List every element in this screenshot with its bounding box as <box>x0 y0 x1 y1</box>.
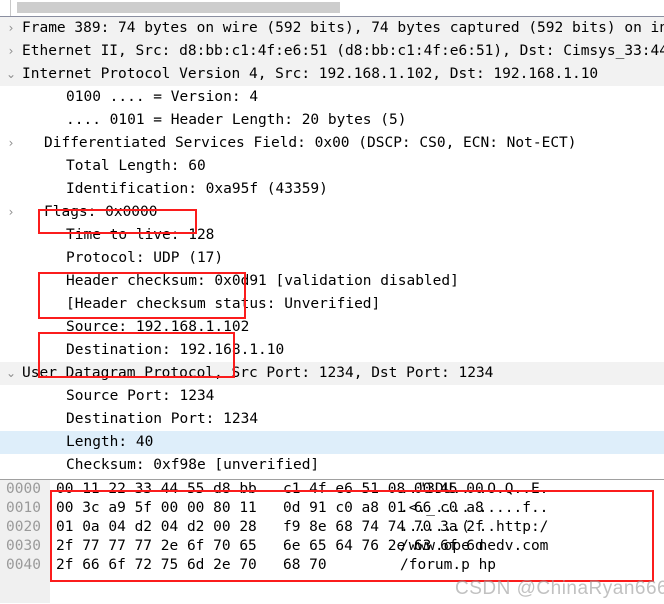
hex-bytes: 2f 77 77 77 2e 6f 70 65 6e 65 64 76 2e 6… <box>56 538 484 554</box>
chevron-down-icon[interactable]: ⌄ <box>0 362 22 385</box>
tree-row-label: Checksum: 0xf98e [unverified] <box>66 457 320 473</box>
scrollbar-left-cap <box>0 0 11 16</box>
tree-row-label: [Header checksum status: Unverified] <box>66 296 381 312</box>
hex-row[interactable]: 0010 00 3c a9 5f 00 00 80 11 0d 91 c0 a8 … <box>0 499 664 518</box>
scrollbar-track[interactable] <box>0 0 664 16</box>
tree-row[interactable]: › Flags: 0x0000 <box>0 201 664 224</box>
hex-bytes: 01 0a 04 d2 04 d2 00 28 f9 8e 68 74 74 7… <box>56 519 484 535</box>
tree-row-label: Length: 40 <box>66 434 154 450</box>
tree-row[interactable]: Time to live: 128 <box>0 224 664 247</box>
chevron-right-icon[interactable]: › <box>0 132 22 155</box>
hex-row[interactable]: 0040 2f 66 6f 72 75 6d 2e 70 68 70/forum.… <box>0 556 664 575</box>
hex-bytes: 00 11 22 33 44 55 d8 bb c1 4f e6 51 08 0… <box>56 481 484 497</box>
tree-row[interactable]: Protocol: UDP (17) <box>0 247 664 270</box>
tree-row-label: Identification: 0xa95f (43359) <box>66 181 328 197</box>
chevron-right-icon[interactable]: › <box>0 40 22 63</box>
tree-row[interactable]: Source Port: 1234 <box>0 385 664 408</box>
tree-row[interactable]: › Frame 389: 74 bytes on wire (592 bits),… <box>0 17 664 40</box>
horizontal-scrollbar[interactable] <box>0 0 664 17</box>
tree-row-label: Frame 389: 74 bytes on wire (592 bits), … <box>22 20 664 36</box>
tree-row[interactable]: .... 0101 = Header Length: 20 bytes (5) <box>0 109 664 132</box>
hex-ascii: .."3DU.. .O.Q..E. <box>400 481 549 497</box>
hex-ascii: /forum.p hp <box>400 557 497 573</box>
hex-ascii: .......( ..http:/ <box>400 519 549 535</box>
hex-row[interactable]: 0030 2f 77 77 77 2e 6f 70 65 6e 65 64 76 … <box>0 537 664 556</box>
chevron-right-icon[interactable]: › <box>0 201 22 224</box>
tree-row-label: 0100 .... = Version: 4 <box>66 89 259 105</box>
tree-row-label: Ethernet II, Src: d8:bb:c1:4f:e6:51 (d8:… <box>22 43 664 59</box>
tree-row-label: .... 0101 = Header Length: 20 bytes (5) <box>66 112 407 128</box>
tree-row-label: Total Length: 60 <box>66 158 206 174</box>
tree-row-label: User Datagram Protocol, Src Port: 1234, … <box>22 365 494 381</box>
tree-row-label: Protocol: UDP (17) <box>66 250 224 266</box>
packet-details-tree[interactable]: › Frame 389: 74 bytes on wire (592 bits),… <box>0 17 664 480</box>
tree-row-label: Source Port: 1234 <box>66 388 215 404</box>
tree-row[interactable]: Length: 40 <box>0 431 664 454</box>
hex-offset: 0030 <box>0 537 50 556</box>
tree-row[interactable]: 0100 .... = Version: 4 <box>0 86 664 109</box>
tree-row[interactable]: Destination Port: 1234 <box>0 408 664 431</box>
tree-row[interactable]: Identification: 0xa95f (43359) <box>0 178 664 201</box>
hex-ascii: /www.ope nedv.com <box>400 538 549 554</box>
tree-row[interactable]: Source: 192.168.1.102 <box>0 316 664 339</box>
tree-row-label: Source: 192.168.1.102 <box>66 319 250 335</box>
tree-row[interactable]: › Differentiated Services Field: 0x00 (DS… <box>0 132 664 155</box>
tree-row-label: Destination: 192.168.1.10 <box>66 342 285 358</box>
watermark-text: CSDN @ChinaRyan666 <box>455 578 664 599</box>
tree-row-label: Header checksum: 0x0d91 [validation disa… <box>66 273 459 289</box>
hex-offset: 0040 <box>0 556 50 575</box>
tree-row[interactable]: Total Length: 60 <box>0 155 664 178</box>
tree-row-label: Internet Protocol Version 4, Src: 192.16… <box>22 66 599 82</box>
scrollbar-thumb[interactable] <box>17 2 340 13</box>
tree-row[interactable]: Header checksum: 0x0d91 [validation disa… <box>0 270 664 293</box>
hex-offset: 0020 <box>0 518 50 537</box>
tree-row-label: Destination Port: 1234 <box>66 411 259 427</box>
tree-row[interactable]: Checksum: 0xf98e [unverified] <box>0 454 664 477</box>
tree-row[interactable]: ⌄ User Datagram Protocol, Src Port: 1234,… <box>0 362 664 385</box>
hex-offset: 0000 <box>0 480 50 499</box>
tree-row-label: Time to live: 128 <box>66 227 215 243</box>
tree-row[interactable]: › Ethernet II, Src: d8:bb:c1:4f:e6:51 (d8… <box>0 40 664 63</box>
tree-row[interactable]: Destination: 192.168.1.10 <box>0 339 664 362</box>
chevron-down-icon[interactable]: ⌄ <box>0 63 22 86</box>
hex-bytes: 00 3c a9 5f 00 00 80 11 0d 91 c0 a8 01 6… <box>56 500 484 516</box>
hex-row[interactable]: 0020 01 0a 04 d2 04 d2 00 28 f9 8e 68 74 … <box>0 518 664 537</box>
hex-offset: 0010 <box>0 499 50 518</box>
tree-row-label: Differentiated Services Field: 0x00 (DSC… <box>44 135 577 151</box>
chevron-right-icon[interactable]: › <box>0 17 22 40</box>
hex-row[interactable]: 0000 00 11 22 33 44 55 d8 bb c1 4f e6 51 … <box>0 480 664 499</box>
hex-ascii: .<._.... .....f.. <box>400 500 549 516</box>
hex-bytes: 2f 66 6f 72 75 6d 2e 70 68 70 <box>56 557 327 573</box>
tree-row[interactable]: ⌄ Internet Protocol Version 4, Src: 192.1… <box>0 63 664 86</box>
tree-row[interactable]: [Header checksum status: Unverified] <box>0 293 664 316</box>
tree-row-label: Flags: 0x0000 <box>44 204 158 220</box>
